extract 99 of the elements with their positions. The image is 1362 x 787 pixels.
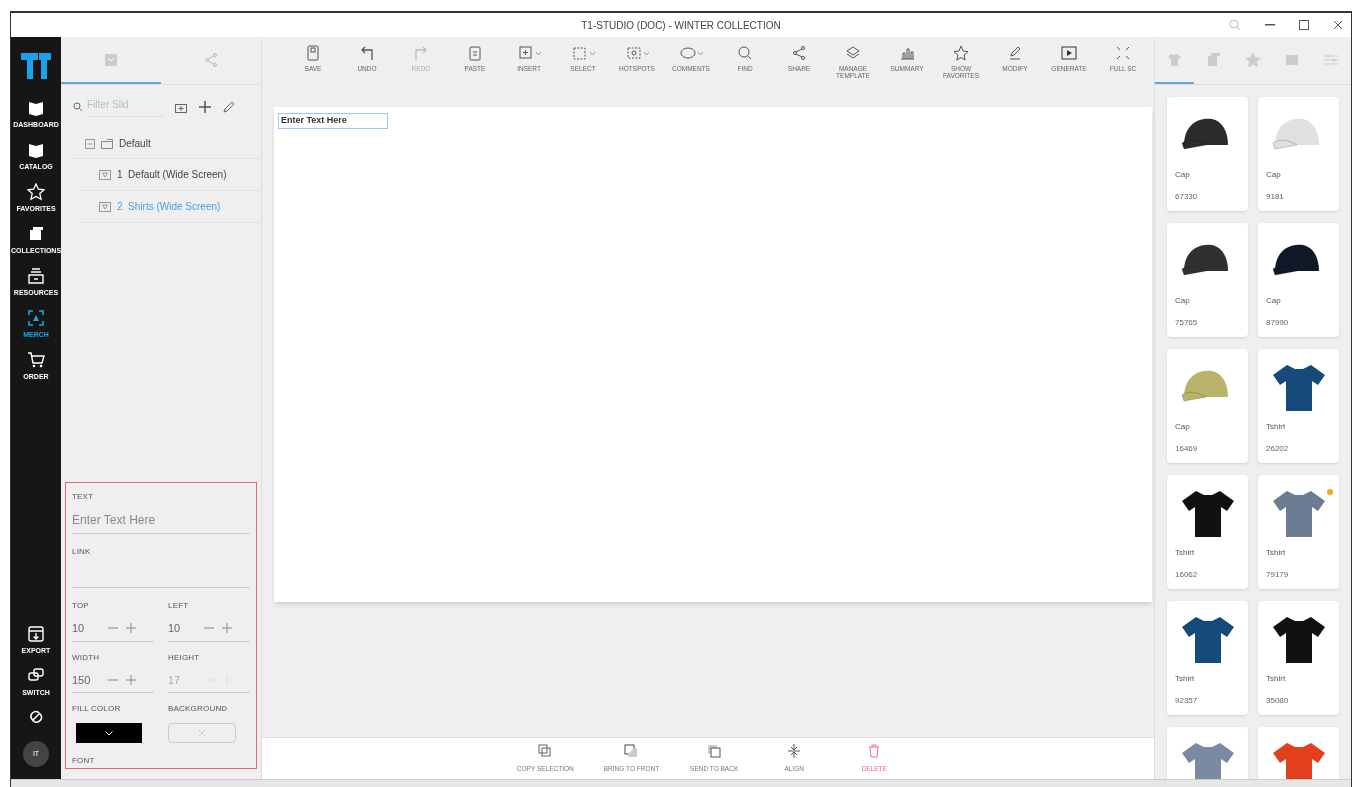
product-card[interactable]: Tshirt 16062 (1167, 475, 1248, 589)
field-label: TOP (72, 600, 90, 612)
toolbar-icon (625, 45, 642, 61)
text-element[interactable]: Enter Text Here (278, 113, 388, 129)
product-card[interactable]: Tshirt 26202 (1258, 349, 1339, 463)
product-card[interactable]: Tshirt 79179 (1258, 475, 1339, 589)
product-name: Tshirt (1266, 547, 1287, 559)
product-name: Cap (1175, 295, 1191, 307)
star-icon (27, 183, 45, 201)
folder-label: Default (119, 137, 151, 151)
book-icon (27, 99, 45, 117)
action-icon (786, 743, 803, 760)
text-input[interactable]: Enter Text Here (72, 511, 250, 534)
product-name: Tshirt (1266, 673, 1287, 685)
field-label: FONT (72, 755, 96, 767)
share-icon (202, 50, 220, 69)
chevron-down-icon (105, 730, 113, 736)
number-field[interactable]: 10 (168, 620, 250, 642)
plus-icon[interactable] (199, 101, 211, 113)
pencil-icon[interactable] (223, 101, 235, 113)
product-name: Cap (1266, 169, 1282, 181)
action-icon (706, 743, 723, 760)
toolbar-icon (413, 45, 429, 61)
toolbar-icon (1115, 45, 1131, 61)
app-logo (21, 53, 51, 79)
product-number: 26202 (1266, 443, 1290, 455)
folders-icon (27, 225, 45, 243)
panel-tab-icon (1244, 50, 1262, 69)
field-label: WIDTH (72, 651, 101, 664)
slide-item[interactable]: 1 Default (Wide Screen) (81, 159, 261, 191)
caret-icon (643, 51, 649, 55)
close-icon[interactable] (1333, 20, 1343, 30)
toolbar-icon (899, 45, 915, 61)
window-title: T1-STUDIO (DOC) - WINTER COLLECTION (581, 18, 781, 33)
product-number: 16062 (1175, 569, 1199, 581)
field-label: TEXT (72, 491, 95, 503)
field-label: LINK (72, 546, 92, 558)
tree-folder[interactable]: Default (71, 129, 261, 159)
background-swatch[interactable] (168, 723, 236, 743)
action-icon (537, 743, 554, 760)
caret-icon (535, 51, 541, 55)
product-name: Cap (1175, 421, 1191, 433)
folder-icon (101, 138, 113, 149)
search-icon (73, 102, 83, 112)
product-card[interactable]: Cap 16469 (1167, 349, 1248, 463)
product-card[interactable]: Cap 9181 (1258, 97, 1339, 211)
product-number: 35080 (1266, 695, 1290, 707)
product-card[interactable]: Cap 75765 (1167, 223, 1248, 337)
drawer-icon (27, 267, 45, 285)
zoom-icon[interactable] (1229, 19, 1241, 31)
toolbar-icon (1061, 45, 1077, 61)
caret-icon (697, 51, 703, 55)
product-number: 9181 (1266, 191, 1285, 203)
toolbar-icon (679, 45, 696, 61)
cart-icon (27, 351, 45, 369)
product-name: Cap (1266, 295, 1282, 307)
add-folder-icon[interactable] (175, 101, 187, 113)
caret-icon (589, 51, 595, 55)
fill-color-swatch[interactable] (76, 723, 142, 743)
clear-icon (199, 730, 205, 736)
product-card[interactable]: Tshirt 35080 (1258, 601, 1339, 715)
toolbar-icon (305, 45, 321, 61)
toolbar-icon (953, 45, 969, 61)
toolbar-icon (1007, 45, 1023, 61)
book-icon (27, 141, 45, 159)
field-label: BACKGROUND (168, 703, 229, 715)
product-card[interactable]: Tshirt 92357 (1167, 601, 1248, 715)
product-name: Cap (1175, 169, 1191, 181)
product-number: 16469 (1175, 443, 1199, 455)
slide-icon (99, 201, 111, 212)
number-field[interactable]: 10 (72, 620, 154, 642)
toolbar-icon (571, 45, 588, 61)
collapse-icon[interactable] (85, 138, 95, 149)
product-name: Tshirt (1266, 421, 1287, 433)
number-field[interactable]: 150 (72, 671, 154, 693)
scan-icon (27, 309, 45, 327)
product-name: Tshirt (1175, 673, 1196, 685)
export-icon (27, 625, 45, 643)
toolbar-icon (359, 45, 375, 61)
product-name: Tshirt (1175, 547, 1196, 559)
toolbar-icon (791, 45, 807, 61)
field-label: HEIGHT (168, 651, 201, 664)
toolbar-icon (467, 45, 483, 61)
product-number: 87990 (1266, 317, 1290, 329)
field-label: FILL COLOR (72, 703, 122, 715)
slide-icon (99, 169, 111, 180)
field-label: LEFT (168, 600, 190, 612)
toolbar-icon (517, 45, 534, 61)
product-number: 92357 (1175, 695, 1199, 707)
product-number: 79179 (1266, 569, 1290, 581)
product-card[interactable]: Cap 67330 (1167, 97, 1248, 211)
toolbar-icon (737, 45, 753, 61)
product-card[interactable]: Cap 87990 (1258, 223, 1339, 337)
minimize-icon[interactable] (1265, 24, 1275, 26)
product-number: 75765 (1175, 317, 1199, 329)
toolbar-icon (845, 45, 861, 61)
action-icon (623, 743, 640, 760)
maximize-icon[interactable] (1299, 20, 1309, 30)
product-number: 67330 (1175, 191, 1199, 203)
